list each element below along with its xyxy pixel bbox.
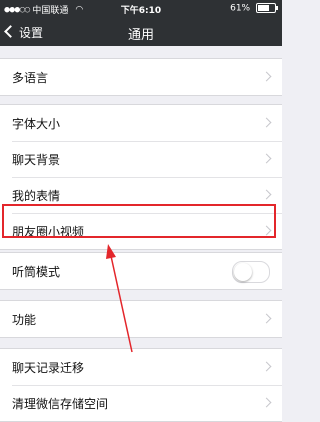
settings-row-font-size[interactable]: 字体大小 (0, 105, 282, 141)
chevron-right-icon (261, 361, 272, 372)
settings-group-storage: 聊天记录迁移 清理微信存储空间 (0, 348, 282, 422)
row-label: 多语言 (12, 71, 49, 85)
settings-group-display: 字体大小 聊天背景 我的表情 朋友圈小视频 (0, 104, 282, 250)
settings-group-features: 功能 (0, 300, 282, 338)
settings-row-chat-migration[interactable]: 聊天记录迁移 (0, 349, 282, 385)
page-title: 通用 (127, 28, 154, 43)
row-label: 我的表情 (12, 189, 61, 203)
status-bar: ●●●○○ 中国联通 ◠ 下午6:10 61% (0, 0, 282, 18)
status-right: 61% (230, 3, 278, 14)
settings-row-earpiece-mode: 听筒模式 (0, 253, 282, 289)
row-label: 朋友圈小视频 (12, 225, 85, 239)
chevron-right-icon (261, 225, 272, 236)
battery-percent: 61% (230, 3, 251, 14)
chevron-right-icon (261, 397, 272, 408)
battery-icon (256, 3, 278, 13)
nav-bar: 设置 通用 (0, 18, 282, 46)
row-label: 听筒模式 (12, 265, 61, 279)
row-label: 字体大小 (12, 117, 61, 131)
chevron-right-icon (261, 117, 272, 128)
settings-group-earpiece: 听筒模式 (0, 252, 282, 290)
row-label: 聊天背景 (12, 153, 61, 167)
row-label: 功能 (12, 313, 37, 327)
chevron-right-icon (261, 71, 272, 82)
settings-row-language[interactable]: 多语言 (0, 59, 282, 95)
settings-row-moments-video[interactable]: 朋友圈小视频 (0, 213, 282, 249)
chevron-right-icon (261, 153, 272, 164)
row-label: 清理微信存储空间 (12, 397, 109, 411)
settings-row-features[interactable]: 功能 (0, 301, 282, 337)
chevron-right-icon (261, 313, 272, 324)
earpiece-toggle[interactable] (232, 261, 270, 283)
settings-row-clear-storage[interactable]: 清理微信存储空间 (0, 385, 282, 421)
settings-group-language: 多语言 (0, 58, 282, 96)
chevron-right-icon (261, 189, 272, 200)
toggle-knob (234, 263, 252, 281)
row-label: 聊天记录迁移 (12, 361, 85, 375)
settings-row-my-stickers[interactable]: 我的表情 (0, 177, 282, 213)
settings-row-chat-background[interactable]: 聊天背景 (0, 141, 282, 177)
